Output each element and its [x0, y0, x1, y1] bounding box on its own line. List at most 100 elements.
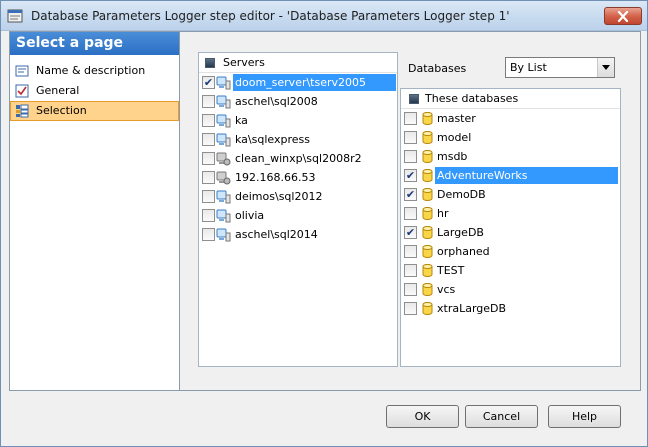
window-title: Database Parameters Logger step editor -… [31, 9, 510, 23]
server-row[interactable]: ✔ doom_server\tserv2005 [199, 73, 397, 92]
database-label: TEST [437, 264, 465, 277]
database-checkbox[interactable]: ✔ [404, 226, 417, 239]
nav-item-label: General [36, 84, 80, 97]
server-icon [216, 75, 231, 90]
database-icon [420, 263, 435, 278]
database-label: LargeDB [437, 226, 484, 239]
databases-header[interactable]: These databases [401, 89, 620, 109]
server-label: doom_server\tserv2005 [233, 74, 396, 91]
databases-mode-select[interactable]: By List [505, 57, 615, 78]
database-icon [420, 206, 435, 221]
databases-header-label: These databases [425, 92, 519, 105]
ok-button[interactable]: OK [386, 405, 459, 428]
database-label: xtraLargeDB [437, 302, 507, 315]
database-row[interactable]: ✔ AdventureWorks [401, 166, 620, 185]
database-icon [420, 187, 435, 202]
database-checkbox[interactable] [404, 302, 417, 315]
database-checkbox[interactable] [404, 245, 417, 258]
server-checkbox[interactable] [202, 190, 215, 203]
title-bar[interactable]: Database Parameters Logger step editor -… [1, 1, 647, 31]
database-row[interactable]: TEST [401, 261, 620, 280]
database-checkbox[interactable] [404, 264, 417, 277]
server-label: ka\sqlexpress [235, 133, 310, 146]
databases-mode-value: By List [510, 61, 547, 74]
server-icon [216, 132, 231, 147]
server-offline-icon [216, 170, 231, 185]
database-label: master [437, 112, 476, 125]
server-row[interactable]: ka [199, 111, 397, 130]
servers-header[interactable]: Servers [199, 53, 397, 73]
server-icon [216, 94, 231, 109]
database-icon [420, 244, 435, 259]
servers-check-all[interactable] [205, 58, 215, 68]
database-row[interactable]: ✔ DemoDB [401, 185, 620, 204]
server-icon [216, 189, 231, 204]
server-row[interactable]: aschel\sql2008 [199, 92, 397, 111]
server-label: clean_winxp\sql2008r2 [235, 152, 362, 165]
help-button[interactable]: Help [548, 405, 621, 428]
databases-label: Databases [408, 62, 467, 75]
database-row[interactable]: master [401, 109, 620, 128]
server-label: deimos\sql2012 [235, 190, 323, 203]
servers-list[interactable]: Servers ✔ doom_server\tserv2005 aschel\sql… [198, 52, 398, 367]
database-label: AdventureWorks [435, 167, 618, 184]
server-checkbox[interactable] [202, 95, 215, 108]
database-checkbox[interactable] [404, 112, 417, 125]
database-row[interactable]: xtraLargeDB [401, 299, 620, 318]
dropdown-arrow[interactable] [597, 58, 614, 77]
general-icon [15, 84, 29, 98]
selection-page: Servers ✔ doom_server\tserv2005 aschel\sql… [180, 31, 641, 391]
database-checkbox[interactable] [404, 150, 417, 163]
database-label: vcs [437, 283, 456, 296]
server-checkbox[interactable] [202, 228, 215, 241]
database-row[interactable]: vcs [401, 280, 620, 299]
nav-item-label: Selection [36, 104, 87, 117]
server-offline-icon [216, 151, 231, 166]
database-icon [420, 301, 435, 316]
database-checkbox[interactable]: ✔ [404, 169, 417, 182]
server-checkbox[interactable] [202, 171, 215, 184]
server-checkbox[interactable] [202, 114, 215, 127]
dialog-body: Select a page Name & description General [7, 31, 641, 441]
database-checkbox[interactable] [404, 283, 417, 296]
server-icon [216, 113, 231, 128]
server-row[interactable]: ka\sqlexpress [199, 130, 397, 149]
database-checkbox[interactable] [404, 131, 417, 144]
database-row[interactable]: hr [401, 204, 620, 223]
server-checkbox[interactable]: ✔ [202, 76, 215, 89]
server-checkbox[interactable] [202, 152, 215, 165]
nav-item-label: Name & description [36, 64, 146, 77]
close-button[interactable] [604, 7, 642, 25]
database-label: msdb [437, 150, 468, 163]
database-icon [420, 149, 435, 164]
database-checkbox[interactable]: ✔ [404, 188, 417, 201]
database-label: hr [437, 207, 449, 220]
close-icon [617, 10, 629, 22]
server-row[interactable]: aschel\sql2014 [199, 225, 397, 244]
nav-item-selection[interactable]: Selection [10, 101, 179, 121]
database-label: DemoDB [437, 188, 486, 201]
database-row[interactable]: model [401, 128, 620, 147]
server-row[interactable]: olivia [199, 206, 397, 225]
database-row[interactable]: msdb [401, 147, 620, 166]
database-row[interactable]: orphaned [401, 242, 620, 261]
servers-header-label: Servers [223, 56, 265, 69]
server-checkbox[interactable] [202, 209, 215, 222]
server-checkbox[interactable] [202, 133, 215, 146]
server-label: aschel\sql2014 [235, 228, 318, 241]
name-description-icon [15, 65, 29, 77]
server-row[interactable]: deimos\sql2012 [199, 187, 397, 206]
nav-item-general[interactable]: General [10, 81, 179, 101]
nav-item-name-description[interactable]: Name & description [10, 61, 179, 81]
database-icon [420, 111, 435, 126]
app-icon [7, 9, 23, 23]
databases-check-all[interactable] [409, 94, 419, 104]
database-label: orphaned [437, 245, 490, 258]
database-checkbox[interactable] [404, 207, 417, 220]
chevron-down-icon [602, 65, 610, 70]
databases-list[interactable]: These databases master model msdb ✔ Adventur… [400, 88, 621, 367]
server-row[interactable]: 192.168.66.53 [199, 168, 397, 187]
cancel-button[interactable]: Cancel [465, 405, 538, 428]
server-row[interactable]: clean_winxp\sql2008r2 [199, 149, 397, 168]
database-row[interactable]: ✔ LargeDB [401, 223, 620, 242]
